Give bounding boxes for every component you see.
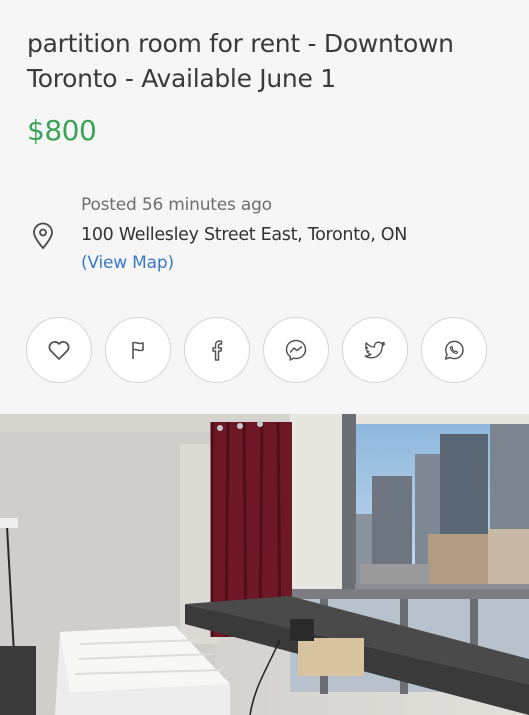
whatsapp-icon — [444, 340, 464, 360]
map-pin-icon — [30, 222, 56, 250]
twitter-share-button[interactable] — [342, 317, 408, 383]
heart-icon — [48, 341, 70, 360]
posted-time: Posted 56 minutes ago — [81, 195, 272, 215]
view-map-link[interactable]: (View Map) — [81, 253, 174, 273]
messenger-share-button[interactable] — [263, 317, 329, 383]
listing-photo[interactable] — [0, 414, 529, 715]
facebook-icon — [212, 340, 223, 361]
twitter-icon — [364, 341, 386, 359]
favorite-button[interactable] — [26, 317, 92, 383]
listing-address: 100 Wellesley Street East, Toronto, ON — [81, 225, 407, 245]
report-button[interactable] — [105, 317, 171, 383]
messenger-icon — [285, 339, 307, 361]
flag-icon — [132, 341, 144, 359]
whatsapp-share-button[interactable] — [421, 317, 487, 383]
share-actions — [26, 317, 487, 383]
listing-title: partition room for rent - Downtown Toron… — [27, 29, 454, 93]
facebook-share-button[interactable] — [184, 317, 250, 383]
listing-price: $800 — [27, 114, 97, 147]
